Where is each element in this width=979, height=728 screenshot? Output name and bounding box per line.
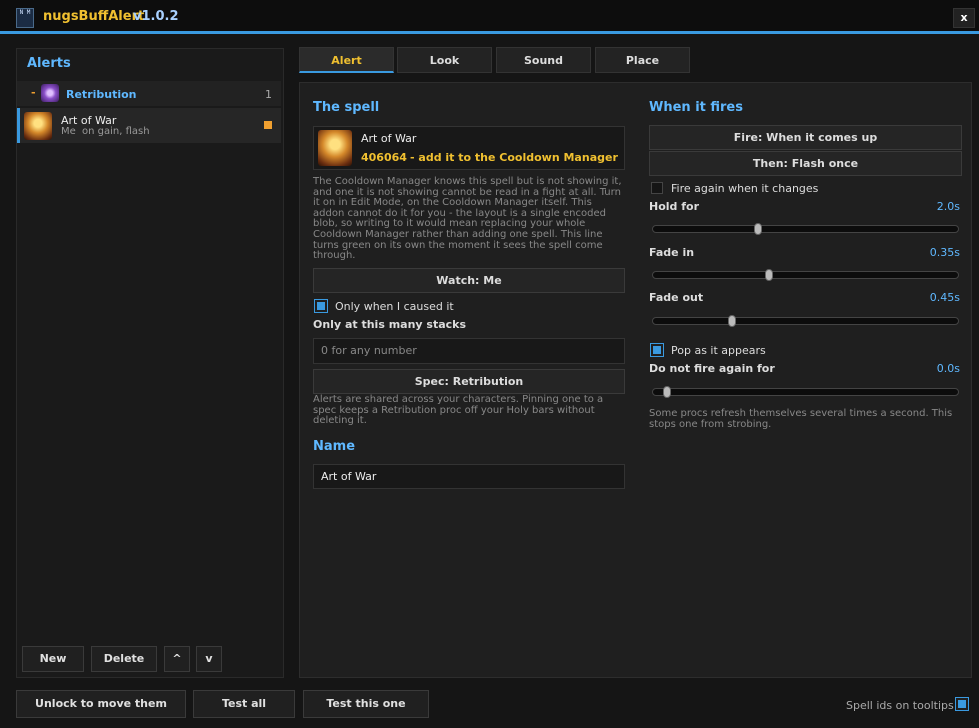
selection-indicator	[17, 108, 20, 143]
test-all-button[interactable]: Test all	[193, 690, 295, 718]
hold-label: Hold for	[649, 200, 700, 213]
tab-sound[interactable]: Sound	[496, 47, 591, 73]
fade-out-label: Fade out	[649, 291, 704, 304]
hold-value: 2.0s	[936, 200, 960, 213]
alert-name-input[interactable]: Art of War	[313, 464, 625, 489]
fade-out-slider-thumb[interactable]	[728, 315, 737, 327]
hold-slider-thumb[interactable]	[754, 223, 763, 235]
fade-in-slider[interactable]	[652, 269, 959, 281]
fire-again-checkbox[interactable]	[651, 182, 663, 194]
fade-in-slider-thumb[interactable]	[765, 269, 774, 281]
move-down-button[interactable]: v	[196, 646, 222, 672]
alert-status-dot	[264, 121, 272, 129]
spell-id: 406064	[361, 151, 407, 164]
spell-name: Art of War	[361, 132, 417, 145]
fires-section-title: When it fires	[649, 100, 743, 115]
close-button[interactable]: x	[953, 8, 975, 28]
pop-label: Pop as it appears	[671, 344, 766, 357]
then-action-dropdown[interactable]: Then: Flash once	[649, 151, 962, 176]
only-caused-checkbox[interactable]	[314, 299, 328, 313]
spell-ids-checkbox[interactable]	[955, 697, 969, 711]
name-section-title: Name	[313, 439, 356, 454]
group-collapse-toggle[interactable]: -	[31, 86, 36, 99]
new-alert-button[interactable]: New	[22, 646, 84, 672]
move-up-button[interactable]: ^	[164, 646, 190, 672]
group-name: Retribution	[66, 88, 137, 101]
tab-look[interactable]: Look	[397, 47, 492, 73]
hold-slider[interactable]	[652, 223, 959, 235]
fade-in-value: 0.35s	[929, 246, 960, 259]
test-this-button[interactable]: Test this one	[303, 690, 429, 718]
fade-out-value: 0.45s	[929, 291, 960, 304]
addon-logo-icon: N M	[16, 8, 34, 28]
app-title: nugsBuffAlert	[43, 9, 145, 24]
alert-item-who: Me	[61, 126, 76, 137]
only-caused-label: Only when I caused it	[335, 300, 454, 313]
watch-unit-dropdown[interactable]: Watch: Me	[313, 268, 625, 293]
alerts-title: Alerts	[27, 56, 71, 71]
title-accent-line	[0, 31, 979, 34]
fade-in-label: Fade in	[649, 246, 695, 259]
spec-note: Alerts are shared across your characters…	[313, 394, 604, 427]
tab-alert[interactable]: Alert	[299, 47, 394, 73]
spell-section-title: The spell	[313, 100, 380, 115]
cooldown-manager-note: The Cooldown Manager knows this spell bu…	[313, 176, 622, 262]
group-count: 1	[265, 88, 272, 101]
procs-note: Some procs refresh themselves several ti…	[649, 408, 953, 430]
delete-alert-button[interactable]: Delete	[91, 646, 157, 672]
spell-ids-label: Spell ids on tooltips	[846, 699, 954, 712]
stacks-input[interactable]: 0 for any number	[313, 338, 625, 364]
tab-place[interactable]: Place	[595, 47, 690, 73]
cooldown-slider-thumb[interactable]	[663, 386, 671, 398]
fade-out-slider[interactable]	[652, 315, 959, 327]
spell-cdm-hint: - add it to the Cooldown Manager	[410, 151, 618, 164]
holy-shield-icon	[41, 84, 59, 102]
cooldown-value: 0.0s	[936, 362, 960, 375]
app-version: v1.0.2	[133, 9, 179, 24]
stacks-label: Only at this many stacks	[313, 318, 467, 331]
alert-item-trigger: on gain, flash	[82, 126, 150, 137]
art-of-war-icon	[24, 112, 52, 140]
art-of-war-icon	[318, 130, 352, 166]
spec-dropdown[interactable]: Spec: Retribution	[313, 369, 625, 394]
fire-trigger-dropdown[interactable]: Fire: When it comes up	[649, 125, 962, 150]
cooldown-slider[interactable]	[652, 386, 959, 398]
cooldown-label: Do not fire again for	[649, 362, 775, 375]
unlock-button[interactable]: Unlock to move them	[16, 690, 186, 718]
fire-again-label: Fire again when it changes	[671, 182, 819, 195]
pop-checkbox[interactable]	[650, 343, 664, 357]
